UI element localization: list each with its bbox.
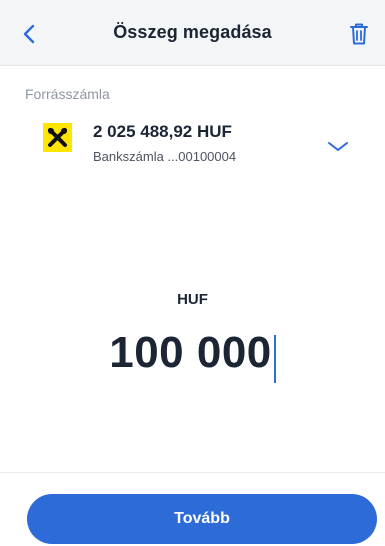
amount-value: 100 000 bbox=[109, 328, 272, 377]
source-account-label: Forrásszámla bbox=[25, 86, 110, 102]
amount-input[interactable]: 100 000 bbox=[109, 328, 276, 383]
chevron-down-icon bbox=[328, 142, 348, 151]
page-title: Összeg megadása bbox=[113, 22, 272, 42]
back-button[interactable] bbox=[14, 17, 48, 51]
header-bar: Összeg megadása bbox=[0, 0, 385, 66]
expand-account-button[interactable] bbox=[322, 136, 356, 158]
currency-label: HUF bbox=[177, 291, 208, 308]
account-balance: 2 025 488,92 HUF bbox=[93, 122, 232, 141]
trash-icon bbox=[350, 23, 368, 45]
bank-logo-icon bbox=[43, 123, 72, 152]
delete-button[interactable] bbox=[341, 17, 375, 51]
account-name: Bankszámla ...00100004 bbox=[93, 149, 237, 164]
amount-field[interactable]: 100 000 bbox=[0, 328, 385, 383]
next-button[interactable]: Tovább bbox=[27, 494, 377, 544]
chevron-left-icon bbox=[23, 24, 35, 44]
source-account-selector[interactable]: 2 025 488,92 HUF Bankszámla ...00100004 bbox=[0, 108, 385, 174]
text-caret bbox=[273, 335, 276, 383]
divider bbox=[0, 472, 385, 473]
amount-entry-screen: Összeg megadása Forrásszámla 2 025 488,9… bbox=[0, 0, 385, 546]
